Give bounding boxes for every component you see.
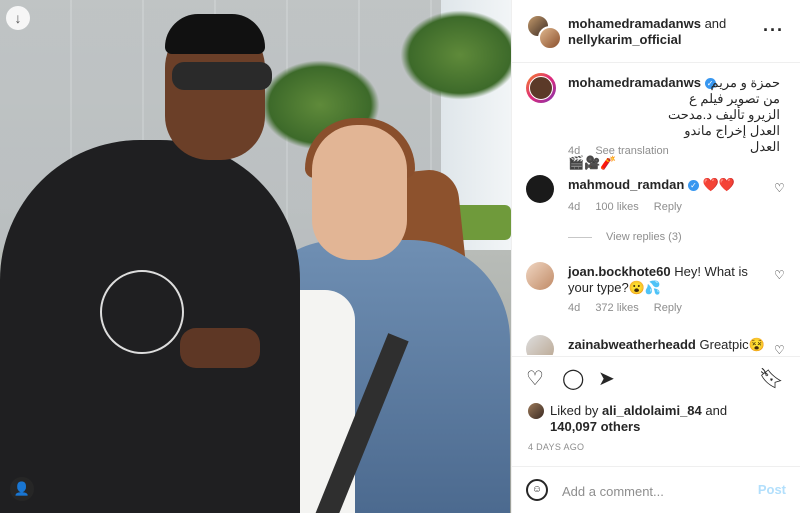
- comment-age: 4d: [568, 302, 581, 314]
- comment-meta: 4d 100 likes Reply: [568, 201, 694, 213]
- comment-username[interactable]: zainabweatherheadd: [568, 337, 696, 352]
- photo-hoodie-print: [100, 270, 184, 354]
- photo-palm-tree: [400, 10, 511, 100]
- caption-age: 4d: [568, 145, 581, 157]
- likes-count[interactable]: 140,097 others: [550, 419, 640, 434]
- avatar[interactable]: [526, 262, 554, 290]
- photo-sunglasses: [172, 62, 272, 90]
- post-header: mohamedramadanws and nellykarim_official…: [512, 0, 800, 63]
- heart-icon[interactable]: ♡: [526, 367, 544, 391]
- view-replies-button[interactable]: View replies (3): [568, 231, 682, 243]
- post-side-panel: mohamedramadanws and nellykarim_official…: [511, 0, 800, 513]
- comment-meta: 4d 372 likes Reply: [568, 302, 694, 314]
- photo-man-hair: [165, 14, 265, 54]
- instagram-post: ↓ 👤 mohamedramadanws and nellykarim_offi…: [0, 0, 800, 513]
- avatar: [538, 26, 562, 50]
- header-and: and: [704, 16, 727, 31]
- share-icon[interactable]: ➤: [598, 367, 615, 391]
- likes-and: and: [705, 403, 728, 418]
- likes-prefix: Liked by: [550, 403, 599, 418]
- comment-heart-icon[interactable]: ♡: [774, 181, 785, 195]
- collab-names: mohamedramadanws and nellykarim_official: [568, 16, 726, 48]
- more-horizontal-icon[interactable]: ···: [763, 20, 784, 41]
- post-photo[interactable]: ↓ 👤: [0, 0, 511, 513]
- user-tag-icon[interactable]: 👤: [10, 477, 34, 501]
- comment-reply-button[interactable]: Reply: [654, 302, 682, 314]
- photo-man-hand: [180, 328, 260, 368]
- photo-woman-face: [312, 125, 407, 260]
- comment-icon[interactable]: ◯: [562, 367, 584, 391]
- comment-text: ❤️❤️: [702, 177, 735, 192]
- collab-avatars[interactable]: [526, 14, 562, 50]
- comment-username[interactable]: mahmoud_ramdan: [568, 177, 684, 192]
- header-username-1[interactable]: mohamedramadanws: [568, 16, 701, 31]
- comments-list[interactable]: mohamedramadanws ✓ حمزة و مريم من تصوير …: [512, 63, 800, 355]
- caption-username[interactable]: mohamedramadanws: [568, 75, 701, 90]
- comment-username[interactable]: joan.bockhote60: [568, 264, 671, 279]
- comment-age: 4d: [568, 201, 581, 213]
- verified-badge-icon: ✓: [687, 180, 699, 192]
- comment-body: mahmoud_ramdan ✓ ❤️❤️: [568, 177, 768, 193]
- comment-heart-icon[interactable]: ♡: [774, 343, 785, 355]
- likes-user[interactable]: ali_aldolaimi_84: [602, 403, 702, 418]
- comment-body: joan.bockhote60 Hey! What is your type?😮…: [568, 264, 768, 296]
- post-timestamp[interactable]: 4 DAYS AGO: [528, 442, 584, 452]
- avatar[interactable]: [526, 335, 554, 355]
- comment-heart-icon[interactable]: ♡: [774, 268, 785, 282]
- bookmark-icon[interactable]: 🔖︎: [759, 367, 784, 391]
- view-replies-label: View replies (3): [606, 231, 682, 243]
- post-comment-button[interactable]: Post: [758, 482, 786, 497]
- replies-divider: [568, 236, 592, 238]
- add-comment-bar: ☺ Post: [512, 466, 800, 514]
- header-username-2[interactable]: nellykarim_official: [568, 32, 681, 47]
- comment-body: zainabweatherheadd Greatpic😵: [568, 337, 768, 353]
- download-icon[interactable]: ↓: [6, 6, 30, 30]
- see-translation-link[interactable]: See translation: [595, 145, 668, 157]
- post-actions: ♡ ◯ ➤ 🔖︎ Liked by ali_aldolaimi_84 and 1…: [512, 356, 800, 467]
- caption-emojis: 🎬🎥🧨: [568, 155, 617, 170]
- comment-text: Greatpic😵: [699, 337, 765, 352]
- comment-likes[interactable]: 372 likes: [595, 302, 638, 314]
- comment-likes[interactable]: 100 likes: [595, 201, 638, 213]
- comment-input[interactable]: [560, 477, 754, 505]
- avatar[interactable]: [528, 403, 544, 419]
- comment-reply-button[interactable]: Reply: [654, 201, 682, 213]
- emoji-icon[interactable]: ☺: [526, 479, 548, 501]
- avatar[interactable]: [526, 175, 554, 203]
- likes-text: Liked by ali_aldolaimi_84 and 140,097 ot…: [550, 403, 800, 435]
- caption-meta: 4d See translation: [568, 145, 681, 157]
- caption-avatar[interactable]: [526, 73, 556, 103]
